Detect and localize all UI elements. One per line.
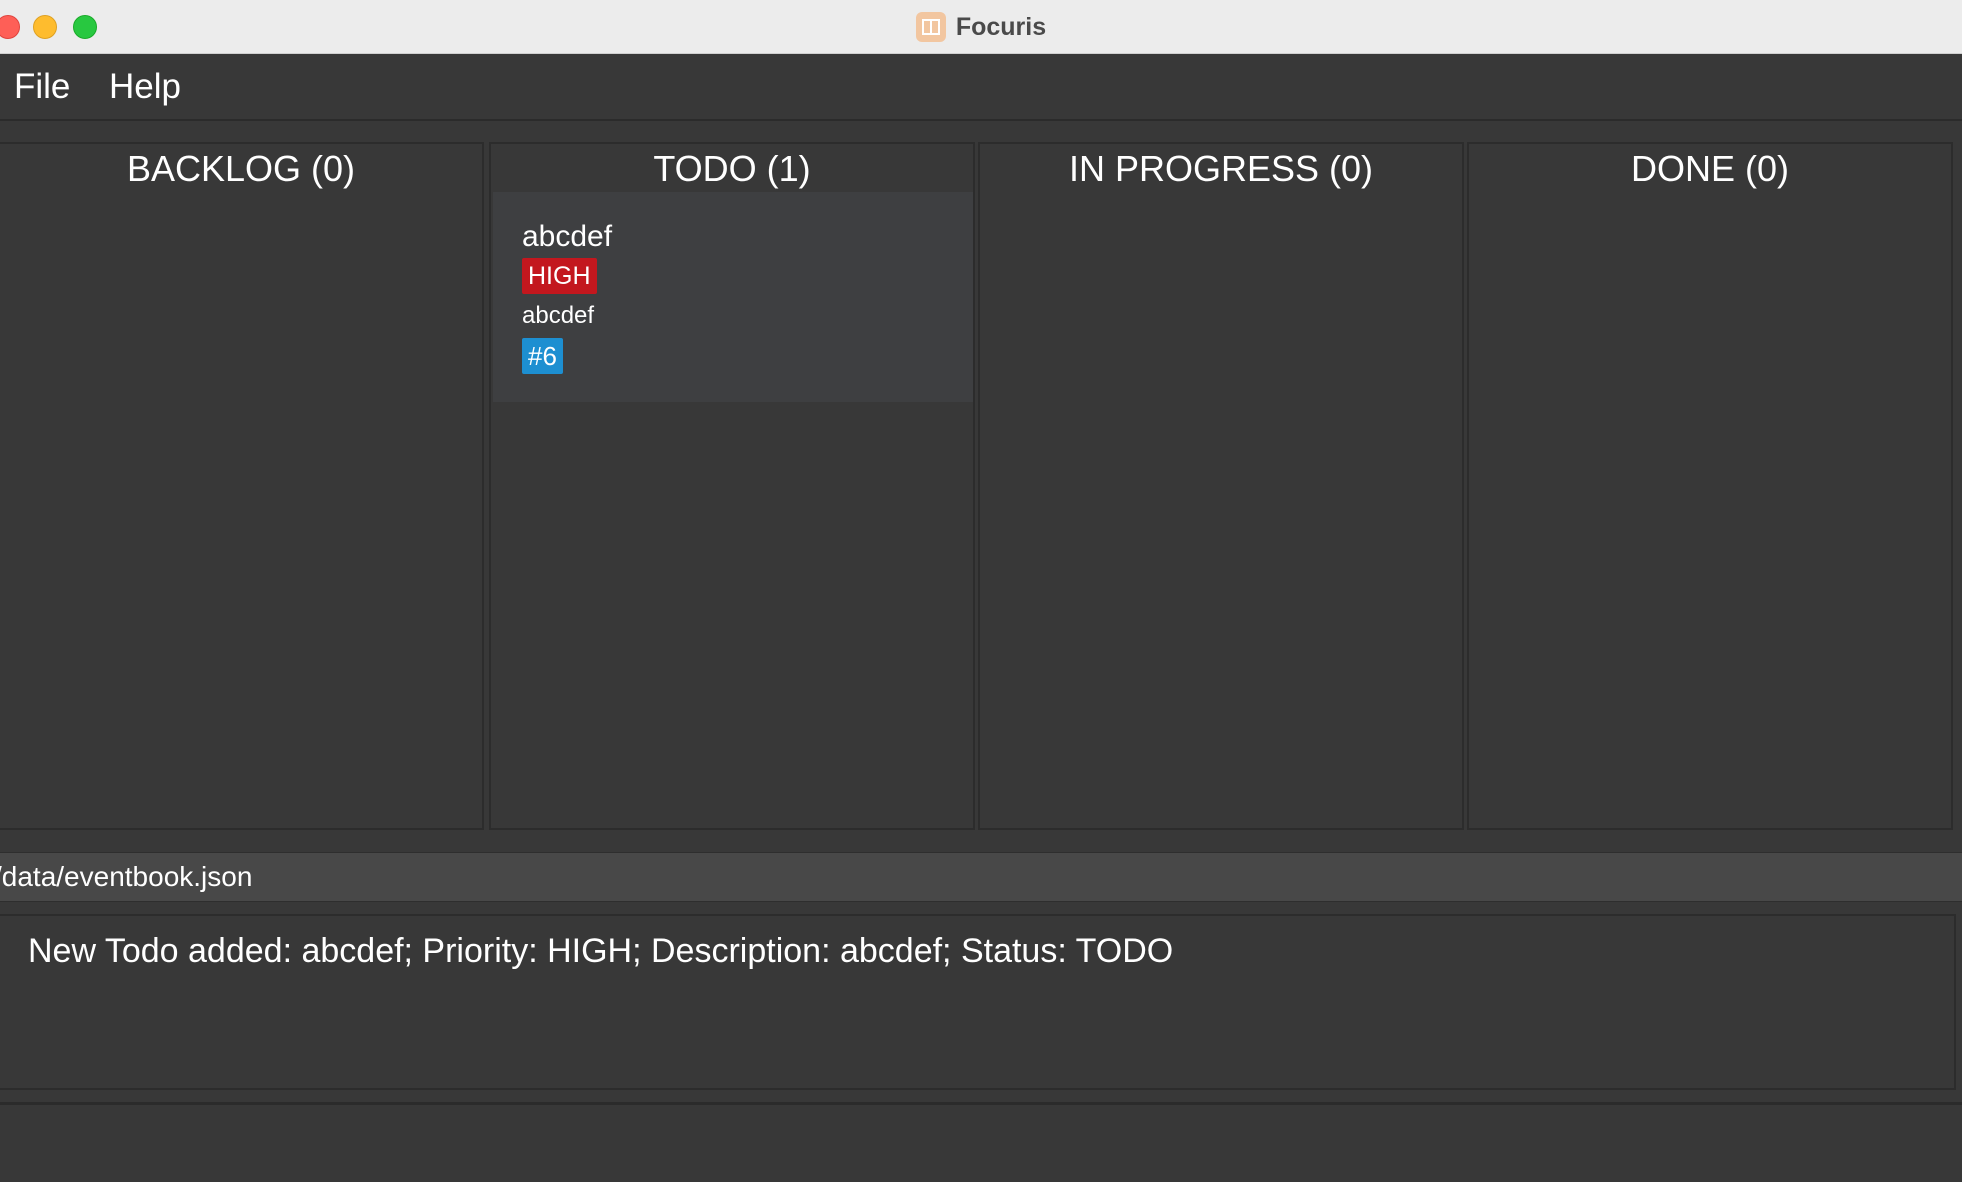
result-message: New Todo added: abcdef; Priority: HIGH; … [28,932,1174,970]
column-in-progress: IN PROGRESS (0) [978,142,1464,830]
column-header-in-progress: IN PROGRESS (0) [1068,148,1374,189]
menu-help[interactable]: Help [109,67,181,107]
task-card[interactable]: abcdef HIGH abcdef #6 [493,192,973,402]
task-card-description: abcdef [522,302,595,329]
save-location-path: /data/eventbook.json [0,861,253,892]
column-todo: TODO (1) abcdef HIGH abcdef #6 [489,142,975,830]
window-title: Focuris [955,12,1047,41]
menu-bar: File Help [0,55,1962,121]
column-header-done: DONE (0) [1630,148,1789,189]
task-id-badge: #6 [522,338,563,374]
status-bar: /data/eventbook.json [0,852,1962,902]
app-window: Focuris File Help BACKLOG (0) TODO (1) a… [0,0,1962,1182]
app-logo-icon [915,12,946,42]
command-box[interactable] [0,1102,1962,1182]
menu-file[interactable]: File [14,67,70,107]
column-header-backlog: BACKLOG (0) [126,148,356,189]
column-backlog: BACKLOG (0) [0,142,484,830]
column-header-todo: TODO (1) [653,148,811,189]
result-display: New Todo added: abcdef; Priority: HIGH; … [0,914,1956,1090]
title-group: Focuris [0,0,1962,54]
title-bar: Focuris [0,0,1962,54]
task-card-title: abcdef [522,220,613,253]
priority-badge: HIGH [522,258,597,294]
column-done: DONE (0) [1467,142,1953,830]
